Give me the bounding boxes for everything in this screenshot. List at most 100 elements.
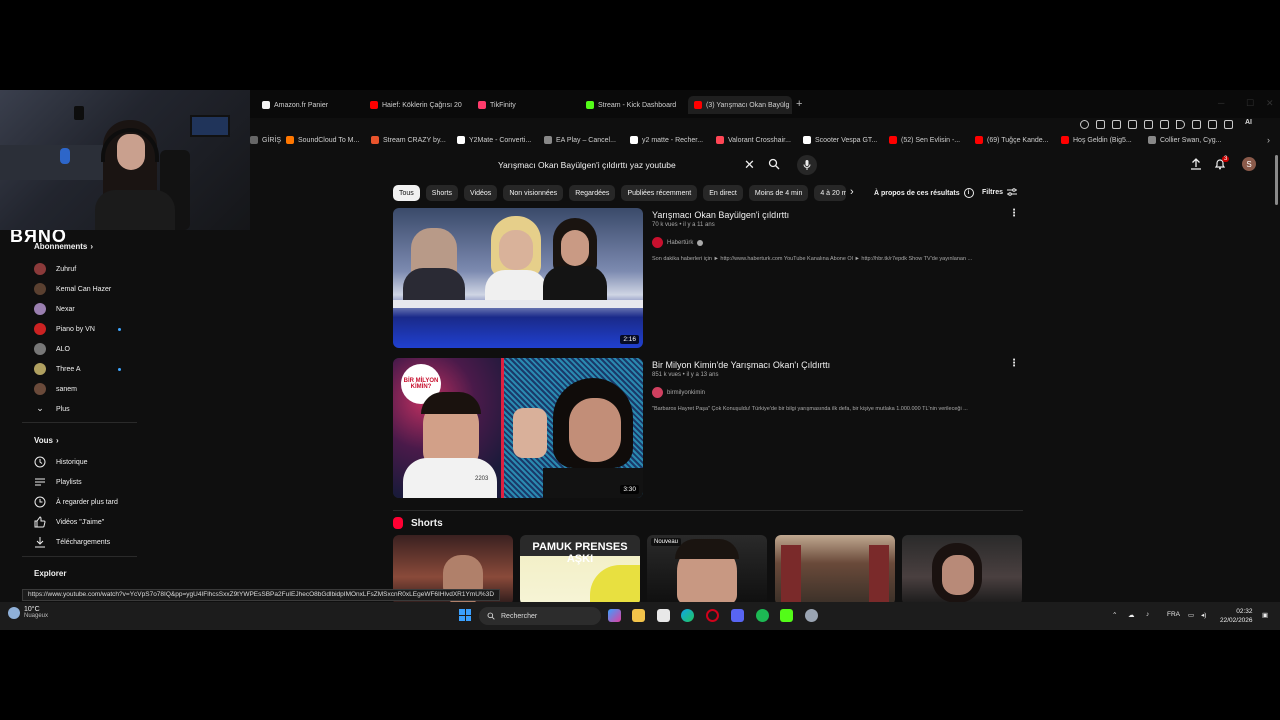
sidebar-item-nexar[interactable]: Nexar bbox=[34, 302, 75, 316]
translate-icon[interactable] bbox=[1144, 120, 1153, 129]
edge-icon[interactable] bbox=[681, 609, 694, 622]
sidebar-item-liked-videos[interactable]: Vidéos "J'aime" bbox=[34, 515, 104, 529]
search-icon[interactable] bbox=[768, 158, 780, 170]
sidebar-item-piano-by-vn[interactable]: Piano by VN bbox=[34, 322, 95, 336]
video-thumbnail[interactable]: 2:16 bbox=[393, 208, 643, 348]
sidebar-item-kemal-can-hazer[interactable]: Kemal Can Hazer bbox=[34, 282, 111, 296]
language-indicator[interactable]: FRA bbox=[1167, 611, 1180, 618]
video-result[interactable]: 2:16 Yarışmacı Okan Bayülgen'i çıldırttı… bbox=[393, 208, 1023, 348]
upload-icon[interactable] bbox=[1190, 158, 1202, 170]
about-results-link[interactable]: À propos de ces résultats i bbox=[874, 188, 974, 198]
more-options-icon[interactable]: ⋮ bbox=[1009, 358, 1019, 369]
chip-unwatched[interactable]: Non visionnées bbox=[503, 185, 564, 201]
shield-icon[interactable] bbox=[1128, 120, 1137, 129]
display-icon[interactable]: ▭ bbox=[1188, 611, 1194, 619]
microphone-icon[interactable]: ♪ bbox=[1146, 611, 1149, 618]
more-options-icon[interactable]: ⋮ bbox=[1009, 208, 1019, 219]
sidebar-item-zuhruf[interactable]: Zuhruf bbox=[34, 262, 76, 276]
chip-live[interactable]: En direct bbox=[703, 185, 743, 201]
sidebar-item-downloads[interactable]: Téléchargements bbox=[34, 535, 110, 549]
video-title[interactable]: Bir Milyon Kimin'de Yarışmacı Okan'ı Çıl… bbox=[652, 360, 830, 370]
screenshot-icon[interactable] bbox=[1112, 120, 1121, 129]
kick-icon[interactable] bbox=[780, 609, 793, 622]
chip-shorts[interactable]: Shorts bbox=[425, 185, 459, 201]
bookmark-item[interactable]: (52) Sen Evlisin -... bbox=[889, 136, 960, 144]
video-thumbnail[interactable]: BİR MİLYON KİMİN? 2203 3:30 bbox=[393, 358, 643, 498]
chevron-right-icon[interactable]: › bbox=[850, 186, 854, 198]
voice-search-button[interactable] bbox=[797, 155, 817, 175]
ai-button[interactable]: AI bbox=[1245, 119, 1252, 126]
clock[interactable]: 02:32 22/02/2026 bbox=[1220, 607, 1253, 625]
chip-all[interactable]: Tous bbox=[393, 185, 420, 201]
bookmark-item[interactable]: y2 matte - Recher... bbox=[630, 136, 703, 144]
notifications-icon[interactable]: ▣ bbox=[1262, 611, 1268, 619]
discord-icon[interactable] bbox=[731, 609, 744, 622]
tab-tikfinity[interactable]: TikFinity bbox=[478, 96, 578, 114]
taskbar-search[interactable]: Rechercher bbox=[479, 607, 601, 625]
channel-link[interactable]: birmilyonkimin bbox=[652, 387, 705, 398]
file-explorer-icon[interactable] bbox=[632, 609, 645, 622]
favorites-icon[interactable] bbox=[1192, 120, 1201, 129]
bookmark-item[interactable]: Valorant Crosshair... bbox=[716, 136, 791, 144]
sidebar-item-three-a[interactable]: Three A bbox=[34, 362, 81, 376]
tab-youtube-active[interactable]: (3) Yarışmacı Okan Bayülg bbox=[688, 96, 792, 114]
bookmark-item[interactable]: Hoş Geldin (Big5... bbox=[1061, 136, 1132, 144]
short-card[interactable] bbox=[775, 535, 895, 605]
bookmark-item[interactable]: GİRİŞ bbox=[250, 136, 281, 144]
minimize-icon[interactable]: ─ bbox=[1218, 98, 1224, 108]
bookmark-item[interactable]: Y2Mate - Converti... bbox=[457, 136, 531, 144]
close-window-icon[interactable]: ✕ bbox=[1266, 98, 1274, 109]
search-input[interactable]: Yarışmacı Okan Bayülgen'i çıldırttı yaz … bbox=[490, 160, 762, 170]
short-card[interactable] bbox=[902, 535, 1022, 605]
weather-widget[interactable]: 10°C Nuageux bbox=[8, 606, 48, 619]
sidebar-icon[interactable] bbox=[1208, 120, 1217, 129]
chevron-up-icon[interactable]: ⌃ bbox=[1112, 611, 1117, 619]
chip-watched[interactable]: Regardées bbox=[569, 185, 616, 201]
copilot-icon[interactable] bbox=[608, 609, 621, 622]
bookmark-item[interactable]: SoundCloud To M... bbox=[286, 136, 359, 144]
bookmark-item[interactable]: Stream CRAZY by... bbox=[371, 136, 446, 144]
download-icon[interactable] bbox=[1224, 120, 1233, 129]
new-tab-button[interactable]: + bbox=[796, 98, 802, 110]
channel-link[interactable]: Habertürk bbox=[652, 237, 704, 248]
bookmark-item[interactable]: EA Play – Cancel... bbox=[544, 136, 616, 144]
video-title[interactable]: Yarışmacı Okan Bayülgen'i çıldırttı bbox=[652, 210, 789, 220]
chip-4-20-min[interactable]: 4 à 20 m bbox=[814, 185, 847, 201]
sidebar-item-alo[interactable]: ALO bbox=[34, 342, 70, 356]
bookmark-item[interactable]: Collier Swan, Cyg... bbox=[1148, 136, 1221, 144]
sidebar-item-more[interactable]: ⌄ Plus bbox=[34, 402, 69, 416]
chip-videos[interactable]: Vidéos bbox=[464, 185, 498, 201]
filters-button[interactable]: Filtres bbox=[982, 188, 1018, 196]
settings-gear-icon[interactable] bbox=[805, 609, 818, 622]
sidebar-item-playlists[interactable]: Playlists bbox=[34, 475, 82, 489]
extension-icon[interactable] bbox=[1096, 120, 1105, 129]
subscriptions-heading[interactable]: Abonnements › bbox=[34, 242, 93, 251]
read-aloud-icon[interactable] bbox=[1160, 120, 1169, 129]
chip-under-4-min[interactable]: Moins de 4 min bbox=[748, 185, 809, 201]
zoom-icon[interactable] bbox=[1080, 120, 1089, 129]
bookmark-item[interactable]: (69) Tuğçe Kande... bbox=[975, 136, 1048, 144]
onedrive-cloud-icon[interactable]: ☁ bbox=[1128, 611, 1135, 619]
play-icon[interactable] bbox=[1176, 120, 1185, 129]
maximize-icon[interactable]: ☐ bbox=[1246, 98, 1254, 109]
spotify-icon[interactable] bbox=[756, 609, 769, 622]
search-bar[interactable]: Yarışmacı Okan Bayülgen'i çıldırttı yaz … bbox=[490, 154, 780, 176]
tab-kick-dashboard[interactable]: Stream - Kick Dashboard bbox=[586, 96, 686, 114]
tab-haief[interactable]: Haief: Köklerin Çağrısı 20 bbox=[370, 96, 462, 114]
sidebar-item-history[interactable]: Historique bbox=[34, 455, 88, 469]
page-scrollbar[interactable] bbox=[1275, 155, 1278, 205]
chevron-right-icon[interactable]: › bbox=[1267, 135, 1270, 145]
bookmark-item[interactable]: Scooter Vespa GT... bbox=[803, 136, 877, 144]
store-icon[interactable] bbox=[657, 609, 670, 622]
video-result[interactable]: BİR MİLYON KİMİN? 2203 3:30 Bir Milyon K… bbox=[393, 358, 1023, 498]
sidebar-item-watch-later[interactable]: À regarder plus tard bbox=[34, 495, 118, 509]
you-heading[interactable]: Vous › bbox=[34, 436, 59, 445]
tab-amazon[interactable]: Amazon.fr Panier bbox=[262, 96, 362, 114]
avatar[interactable]: S bbox=[1242, 157, 1256, 171]
volume-icon[interactable]: ◂) bbox=[1201, 611, 1206, 619]
windows-start-icon[interactable] bbox=[459, 609, 471, 621]
sidebar-item-sanem[interactable]: sanem bbox=[34, 382, 77, 396]
opera-icon[interactable] bbox=[706, 609, 719, 622]
clear-search-icon[interactable]: ✕ bbox=[744, 157, 755, 173]
chip-recent[interactable]: Publiées récemment bbox=[621, 185, 698, 201]
